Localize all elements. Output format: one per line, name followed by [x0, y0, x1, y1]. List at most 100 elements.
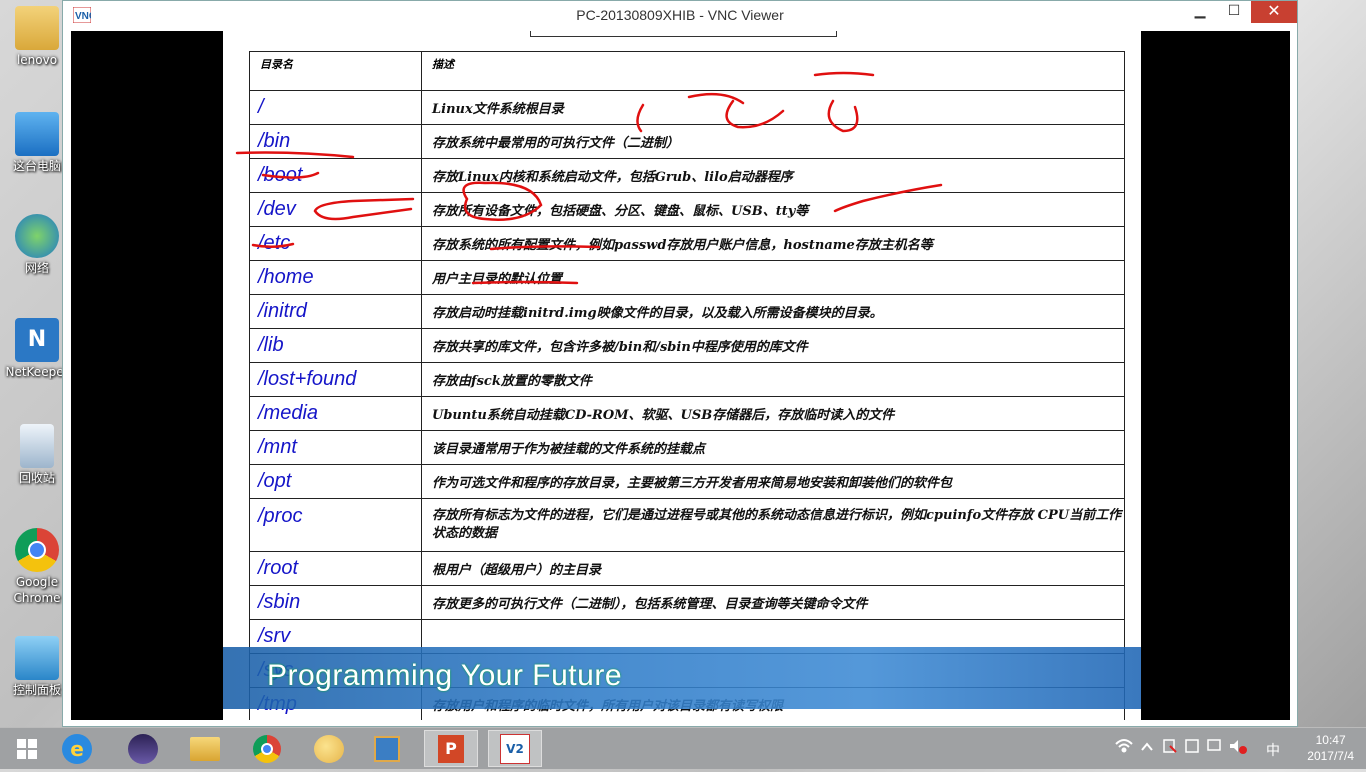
control-panel-icon — [15, 636, 59, 680]
directory-description: 存放Linux内核和系统启动文件，包括Grub、lilo启动器程序 — [421, 158, 1125, 193]
desktop-icon-this-pc[interactable]: 这台电脑 — [4, 112, 70, 174]
directory-name: /sbin — [249, 585, 422, 620]
table-row: /mnt 该目录通常用于作为被挂载的文件系统的挂载点 — [249, 430, 1125, 465]
volume-muted-icon[interactable] — [1230, 740, 1247, 754]
directory-description: 该目录通常用于作为被挂载的文件系统的挂载点 — [421, 430, 1125, 465]
table-row: /initrd 存放启动时挂载initrd.img映像文件的目录，以及载入所需设备… — [249, 294, 1125, 329]
directory-description: Ubuntu系统自动挂载CD-ROM、软驱、USB存储器后，存放临时读入的文件 — [421, 396, 1125, 431]
table-row: /opt 作为可选文件和程序的存放目录，主要被第三方开发者用来简易地安装和卸装他们… — [249, 464, 1125, 499]
desktop-icon-label: 网络 — [24, 261, 49, 275]
eclipse-icon — [128, 733, 158, 764]
directory-description: Linux文件系统根目录 — [421, 90, 1125, 125]
table-row: /proc 存放所有标志为文件的进程，它们是通过进程号或其他的系统动态信息进行标识… — [249, 498, 1125, 552]
remote-screen[interactable]: 目录名 描述 / Linux文件系统根目录/bin 存放系统中最常用的可执行文件（二… — [71, 31, 1290, 720]
taskbar-eclipse[interactable] — [116, 730, 170, 767]
directory-description: 存放更多的可执行文件（二进制），包括系统管理、目录查询等关键命令文件 — [421, 585, 1125, 620]
table-row: /media Ubuntu系统自动挂载CD-ROM、软驱、USB存储器后，存放临时… — [249, 396, 1125, 431]
taskbar-powerpoint[interactable]: P — [424, 730, 478, 767]
directory-description: 存放启动时挂载initrd.img映像文件的目录，以及载入所需设备模块的目录。 — [421, 294, 1125, 329]
directory-description: 存放共享的库文件，包含许多被/bin和/sbin中程序使用的库文件 — [421, 328, 1125, 363]
powerpoint-icon: P — [438, 734, 464, 763]
display-icon[interactable] — [1207, 739, 1221, 751]
system-tray: 中 — [1112, 728, 1280, 769]
taskbar-vnc[interactable]: V2 — [488, 730, 542, 767]
file-explorer-icon — [190, 736, 220, 761]
maximize-button[interactable]: ☐ — [1217, 1, 1251, 23]
desktop-icon-netkeeper[interactable]: N NetKeeper — [4, 318, 70, 380]
taskbar-file-explorer[interactable] — [178, 730, 232, 767]
header-name: 目录名 — [249, 51, 422, 91]
minimize-button[interactable]: ▁ — [1183, 1, 1217, 23]
table-row: /etc 存放系统的所有配置文件，例如passwd存放用户账户信息，hostnam… — [249, 226, 1125, 261]
windows-start-icon — [17, 738, 37, 759]
vnc-icon: V2 — [500, 733, 530, 764]
virtualbox-icon — [374, 735, 400, 762]
ie-icon: e — [62, 733, 92, 764]
desktop-icon-lenovo[interactable]: lenovo — [4, 6, 70, 68]
table-header-row: 目录名 描述 — [249, 51, 1125, 91]
directory-description: 作为可选文件和程序的存放目录，主要被第三方开发者用来简易地安装和卸装他们的软件包 — [421, 464, 1125, 499]
table-row: /home 用户主目录的默认位置 — [249, 260, 1125, 295]
table-row: / Linux文件系统根目录 — [249, 90, 1125, 125]
table-row: /sbin 存放更多的可执行文件（二进制），包括系统管理、目录查询等关键命令文件 — [249, 585, 1125, 620]
title-bar[interactable]: VNC PC-20130809XHIB - VNC Viewer ▁ ☐ ✕ — [63, 1, 1297, 31]
directory-name: /opt — [249, 464, 422, 499]
banner-slogan: Programming Your Future — [267, 659, 623, 692]
directory-name: / — [249, 90, 422, 125]
desktop-icon-label: 这台电脑 — [12, 159, 61, 173]
vnc-viewer-window: VNC PC-20130809XHIB - VNC Viewer ▁ ☐ ✕ 目… — [62, 0, 1298, 727]
network-icon — [15, 214, 59, 258]
directory-name: /bin — [249, 124, 422, 159]
slide-top-marker — [530, 31, 837, 37]
directory-name: /proc — [249, 498, 422, 552]
table-row: /root 根用户（超级用户）的主目录 — [249, 551, 1125, 586]
start-button[interactable] — [0, 730, 54, 767]
desktop-icon-label: lenovo — [16, 53, 58, 67]
directory-description: 存放系统的所有配置文件，例如passwd存放用户账户信息，hostname存放主… — [421, 226, 1125, 261]
taskbar-virtualbox[interactable] — [360, 730, 414, 767]
taskbar-chrome[interactable] — [240, 730, 294, 767]
close-button[interactable]: ✕ — [1251, 1, 1297, 23]
desktop-icon-control-panel[interactable]: 控制面板 — [4, 636, 70, 698]
header-desc: 描述 — [421, 51, 1125, 91]
directory-description: 存放系统中最常用的可执行文件（二进制） — [421, 124, 1125, 159]
directory-name: /etc — [249, 226, 422, 261]
recycle-bin-icon — [20, 424, 54, 468]
ime-indicator[interactable]: 中 — [1266, 740, 1280, 760]
directory-description: 根用户（超级用户）的主目录 — [421, 551, 1125, 586]
desktop-icon-network[interactable]: 网络 — [4, 214, 70, 276]
directory-name: /media — [249, 396, 422, 431]
taskbar-ie[interactable]: e — [50, 730, 104, 767]
window-title: PC-20130809XHIB - VNC Viewer — [576, 7, 784, 23]
chrome-icon — [253, 734, 281, 763]
user-folder-icon — [15, 6, 59, 50]
clock-time: 10:47 — [1315, 733, 1346, 747]
directory-name: /dev — [249, 192, 422, 227]
netkeeper-icon: N — [15, 318, 59, 362]
desktop-icon-label: Google Chrome — [13, 575, 61, 605]
desktop-icon-recycle-bin[interactable]: 回收站 — [4, 424, 70, 486]
paint-icon — [314, 734, 344, 763]
directory-name: /home — [249, 260, 422, 295]
clock[interactable]: 10:47 2017/7/4 — [1307, 732, 1354, 764]
directory-name: /initrd — [249, 294, 422, 329]
directory-description: 存放由fsck放置的零散文件 — [421, 362, 1125, 397]
table-row: /bin 存放系统中最常用的可执行文件（二进制） — [249, 124, 1125, 159]
ime-pen-icon[interactable] — [1185, 739, 1199, 753]
taskbar-paint[interactable] — [302, 730, 356, 767]
taskbar: e P V2 中 10:47 2017/7/4 — [0, 727, 1366, 769]
directory-description: 存放所有标志为文件的进程，它们是通过进程号或其他的系统动态信息进行标识，例如cp… — [421, 498, 1125, 552]
flag-icon[interactable] — [1163, 739, 1177, 753]
directory-name: /mnt — [249, 430, 422, 465]
tray-expand-icon[interactable] — [1141, 742, 1153, 751]
desktop-icon-label: NetKeeper — [5, 365, 69, 379]
directory-table: 目录名 描述 / Linux文件系统根目录/bin 存放系统中最常用的可执行文件（二… — [249, 51, 1125, 720]
clock-date: 2017/7/4 — [1307, 749, 1354, 763]
directory-name: /boot — [249, 158, 422, 193]
directory-name: /root — [249, 551, 422, 586]
wifi-icon[interactable] — [1115, 739, 1133, 753]
desktop-icon-chrome[interactable]: Google Chrome — [4, 528, 70, 606]
directory-description: 存放所有设备文件，包括硬盘、分区、键盘、鼠标、USB、tty等 — [421, 192, 1125, 227]
directory-name: /lost+found — [249, 362, 422, 397]
table-row: /boot 存放Linux内核和系统启动文件，包括Grub、lilo启动器程序 — [249, 158, 1125, 193]
